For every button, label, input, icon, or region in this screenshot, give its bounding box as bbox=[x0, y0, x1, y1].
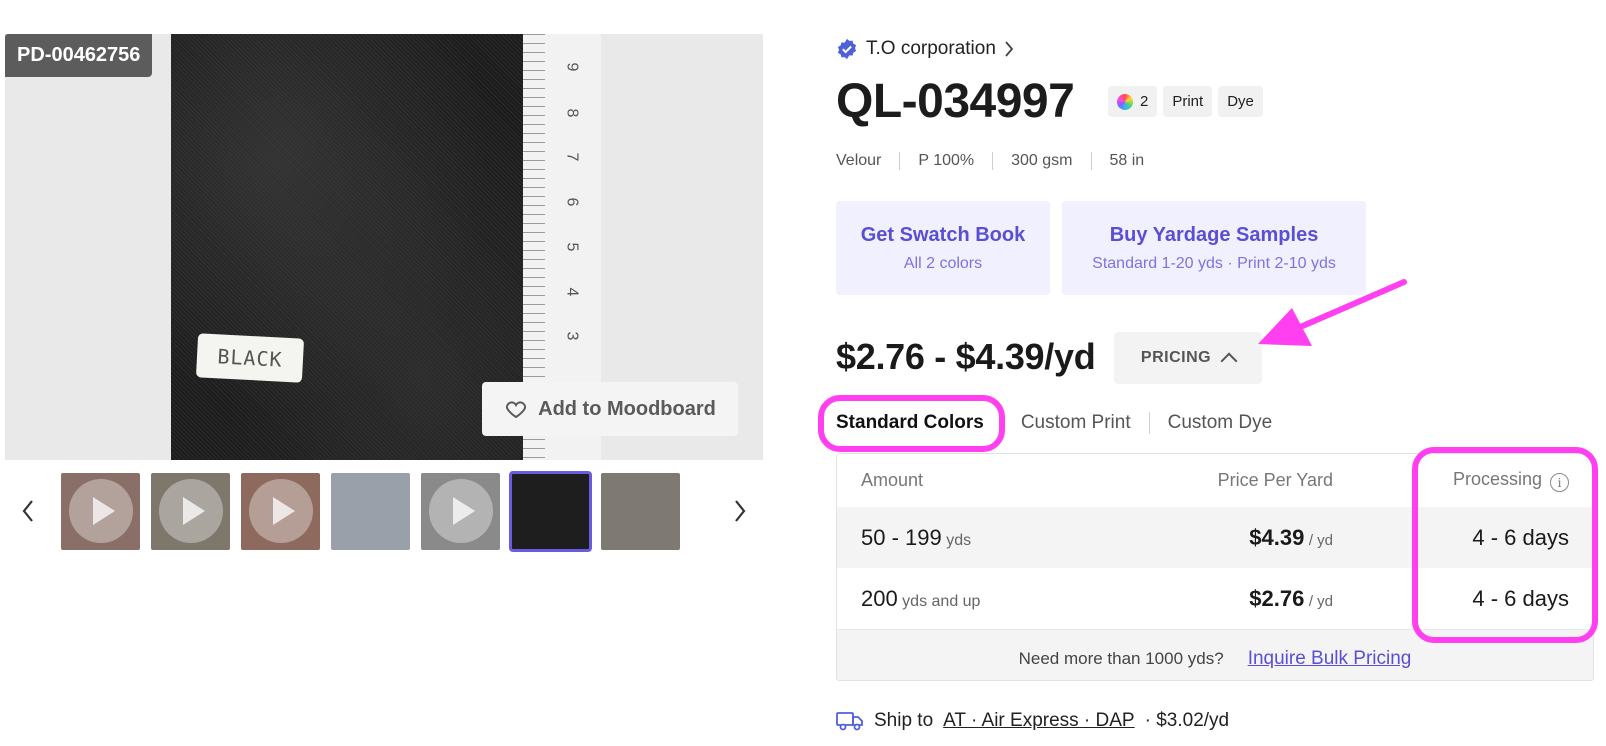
play-icon bbox=[249, 479, 313, 543]
pricing-toggle-button[interactable]: PRICING bbox=[1114, 332, 1262, 384]
annotation-highlight-processing bbox=[1412, 447, 1598, 643]
play-icon bbox=[429, 479, 493, 543]
product-specs: Velour P 100% 300 gsm 58 in bbox=[836, 152, 1162, 170]
price-cell: $2.76 / yd bbox=[1249, 586, 1333, 612]
truck-icon bbox=[836, 712, 863, 731]
chevron-right-icon bbox=[1005, 41, 1014, 57]
product-title: QL-034997 bbox=[836, 75, 1075, 128]
chevron-right-icon bbox=[735, 500, 746, 522]
ruler-number: 7 bbox=[563, 152, 581, 162]
thumbnail-strip bbox=[61, 471, 680, 552]
thumbnail-prev-button[interactable] bbox=[16, 496, 40, 526]
spec-width: 58 in bbox=[1109, 152, 1145, 169]
price-value: $2.76 bbox=[1249, 585, 1305, 611]
amount-unit: yds bbox=[946, 531, 972, 549]
thumbnail-6[interactable] bbox=[509, 471, 592, 552]
amount-value: 200 bbox=[861, 585, 898, 611]
chevron-left-icon bbox=[22, 500, 33, 522]
price-unit: / yd bbox=[1308, 531, 1333, 549]
spec-weight: 300 gsm bbox=[993, 152, 1092, 170]
ruler-number: 9 bbox=[563, 62, 581, 72]
amount-value: 50 - 199 bbox=[861, 524, 942, 550]
thumbnail-2[interactable] bbox=[151, 473, 230, 550]
heart-icon bbox=[506, 401, 527, 419]
verified-badge-icon bbox=[837, 38, 857, 60]
shipping-method-link[interactable]: AT · Air Express · DAP bbox=[943, 710, 1134, 732]
dye-tag: Dye bbox=[1218, 86, 1263, 117]
play-icon bbox=[159, 479, 223, 543]
thumbnail-next-button[interactable] bbox=[728, 496, 752, 526]
ruler-number: 6 bbox=[563, 197, 581, 207]
column-header-price: Price Per Yard bbox=[1217, 470, 1333, 490]
fabric-swatch-photo bbox=[171, 34, 529, 460]
price-value: $4.39 bbox=[1249, 524, 1305, 550]
thumbnail-7[interactable] bbox=[601, 473, 680, 550]
amount-cell: 50 - 199 yds bbox=[861, 525, 971, 551]
thumbnail-4[interactable] bbox=[331, 473, 410, 550]
amount-cell: 200 yds and up bbox=[861, 586, 980, 612]
yardage-samples-title: Buy Yardage Samples bbox=[1109, 223, 1319, 246]
color-count: 2 bbox=[1140, 93, 1149, 110]
moodboard-label: Add to Moodboard bbox=[538, 397, 716, 420]
product-tags: 2 Print Dye bbox=[1108, 86, 1263, 117]
print-tag: Print bbox=[1163, 86, 1213, 117]
chevron-up-icon bbox=[1220, 352, 1238, 370]
price-unit: / yd bbox=[1308, 592, 1333, 610]
product-code-badge: PD-00462756 bbox=[5, 34, 153, 77]
spec-composition: P 100% bbox=[900, 152, 994, 170]
add-to-moodboard-button[interactable]: Add to Moodboard bbox=[482, 382, 738, 436]
color-count-tag[interactable]: 2 bbox=[1108, 86, 1158, 117]
column-header-amount: Amount bbox=[861, 470, 924, 490]
ruler-number: 5 bbox=[563, 242, 581, 252]
tab-custom-print[interactable]: Custom Print bbox=[1003, 412, 1150, 434]
color-wheel-icon bbox=[1117, 93, 1133, 110]
yardage-samples-subtitle: Standard 1-20 yds · Print 2-10 yds bbox=[1092, 254, 1336, 272]
tab-custom-dye[interactable]: Custom Dye bbox=[1150, 412, 1291, 434]
get-swatch-book-button[interactable]: Get Swatch Book All 2 colors bbox=[836, 201, 1050, 295]
price-cell: $4.39 / yd bbox=[1249, 525, 1333, 551]
swatch-book-subtitle: All 2 colors bbox=[903, 254, 983, 272]
annotation-highlight-standard-colors bbox=[818, 395, 1005, 452]
ruler-number: 8 bbox=[563, 108, 581, 118]
thumbnail-1[interactable] bbox=[61, 473, 140, 550]
shipping-info: Ship to AT · Air Express · DAP · $3.02/y… bbox=[836, 710, 1229, 732]
ship-to-label: Ship to bbox=[874, 710, 934, 731]
thumbnail-3[interactable] bbox=[241, 473, 320, 550]
bulk-pricing-text: Need more than 1000 yds? bbox=[1018, 649, 1224, 668]
ruler-number: 3 bbox=[563, 331, 581, 341]
pricing-toggle-label: PRICING bbox=[1140, 349, 1212, 366]
brand-name: T.O corporation bbox=[866, 38, 996, 59]
swatch-book-title: Get Swatch Book bbox=[860, 223, 1026, 246]
amount-unit: yds and up bbox=[902, 592, 981, 610]
shipping-cost: · $3.02/yd bbox=[1144, 710, 1230, 731]
annotation-arrow-icon bbox=[1258, 279, 1407, 346]
price-range: $2.76 - $4.39/yd bbox=[836, 336, 1096, 377]
inquire-bulk-pricing-link[interactable]: Inquire Bulk Pricing bbox=[1248, 648, 1412, 670]
brand-link[interactable]: T.O corporation bbox=[836, 38, 1014, 60]
ruler-number: 4 bbox=[563, 287, 581, 297]
thumbnail-5[interactable] bbox=[421, 473, 500, 550]
spec-fabric: Velour bbox=[836, 152, 901, 170]
play-icon bbox=[69, 479, 133, 543]
swatch-color-label: BLACK bbox=[195, 333, 305, 383]
